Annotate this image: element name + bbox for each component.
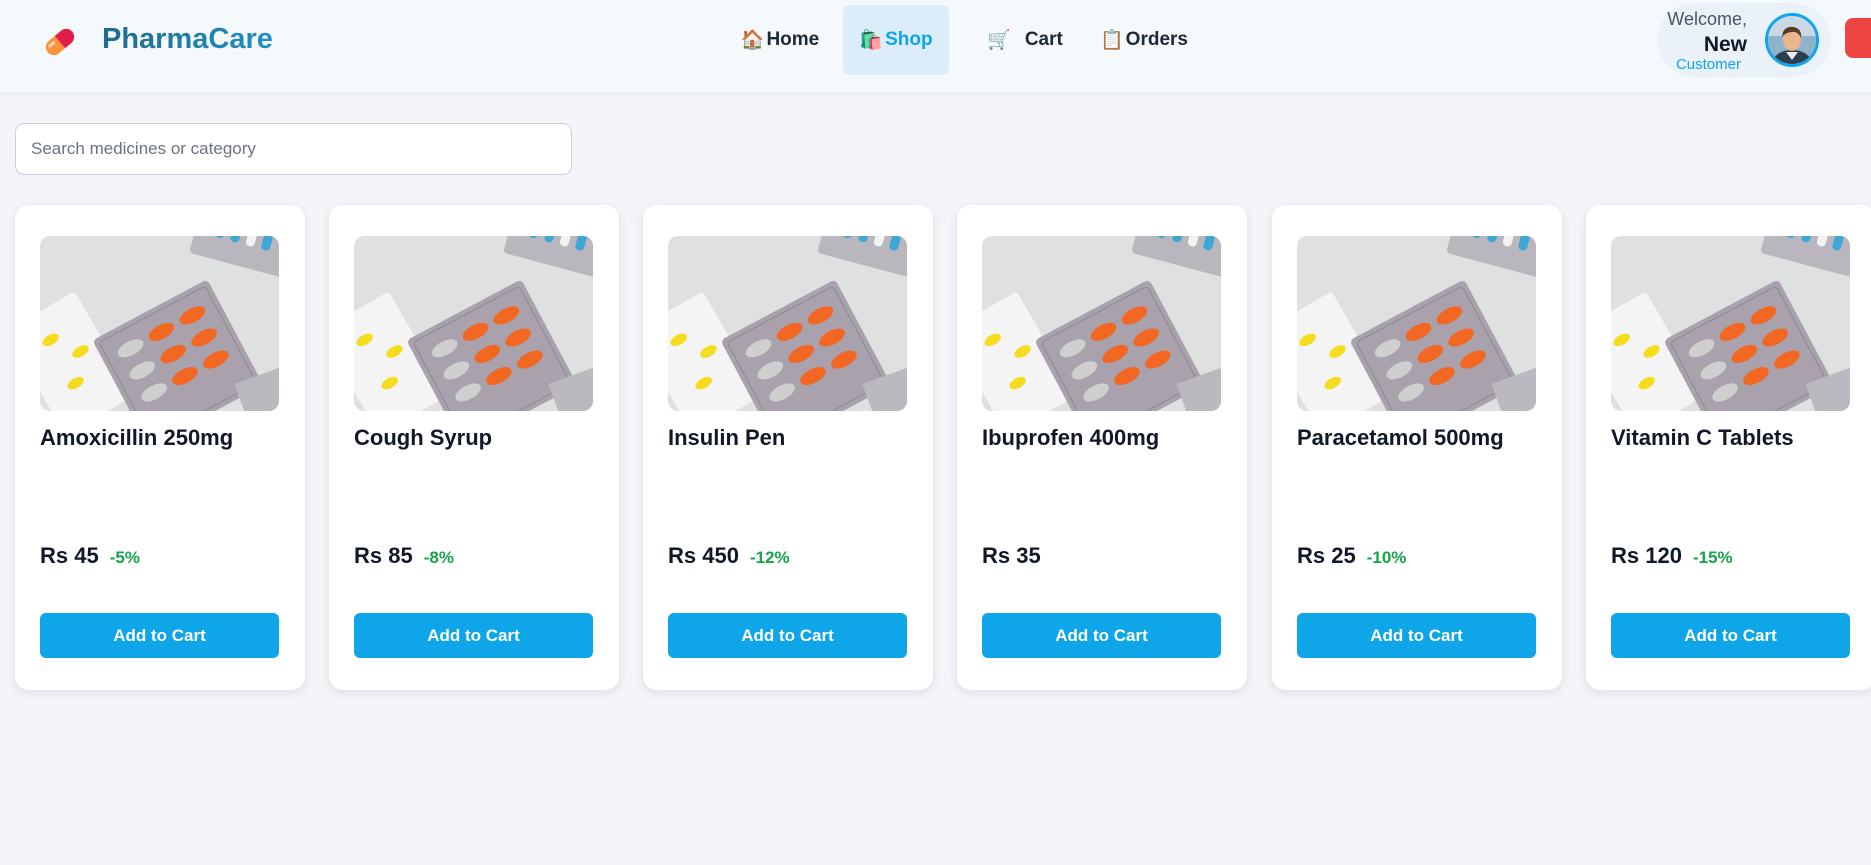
product-card: Vitamin C Tablets Rs 120 -15% Add to Car…	[1586, 205, 1871, 690]
product-price: Rs 120	[1611, 543, 1682, 568]
add-to-cart-button[interactable]: Add to Cart	[1611, 613, 1850, 658]
product-price: Rs 85	[354, 543, 413, 568]
price-row: Rs 45 -5%	[40, 543, 140, 569]
product-image	[1611, 236, 1850, 411]
product-price: Rs 25	[1297, 543, 1356, 568]
avatar[interactable]	[1765, 13, 1819, 67]
price-row: Rs 450 -12%	[668, 543, 790, 569]
logout-button[interactable]	[1845, 18, 1871, 58]
top-header: PharmaCare 🏠 Home 🛍️ Shop 🛒 Cart 📋 Order…	[0, 0, 1871, 92]
discount-badge: -5%	[109, 548, 140, 567]
product-name: Amoxicillin 250mg	[40, 425, 234, 450]
price-row: Rs 85 -8%	[354, 543, 454, 569]
price-row: Rs 120 -15%	[1611, 543, 1733, 569]
welcome-text: Welcome,	[1667, 9, 1747, 29]
brand-name[interactable]: PharmaCare	[102, 22, 273, 56]
add-to-cart-button[interactable]: Add to Cart	[1297, 613, 1536, 658]
product-image	[982, 236, 1221, 411]
add-to-cart-button[interactable]: Add to Cart	[668, 613, 907, 658]
product-name: Paracetamol 500mg	[1297, 425, 1504, 450]
product-image	[1297, 236, 1536, 411]
nav-shop[interactable]: 🛍️ Shop	[843, 5, 949, 75]
cart-icon: 🛒	[987, 30, 1011, 51]
discount-badge: -8%	[423, 548, 454, 567]
add-to-cart-button[interactable]: Add to Cart	[40, 613, 279, 658]
product-name: Ibuprofen 400mg	[982, 425, 1160, 450]
user-profile-chip[interactable]: Welcome, New Customer	[1657, 3, 1831, 77]
product-price: Rs 450	[668, 543, 739, 568]
product-card: Insulin Pen Rs 450 -12% Add to Cart	[643, 205, 933, 690]
pill-capsule-icon	[40, 22, 80, 62]
product-image	[40, 236, 279, 411]
add-to-cart-button[interactable]: Add to Cart	[354, 613, 593, 658]
discount-badge: -15%	[1692, 548, 1733, 567]
product-card: Amoxicillin 250mg Rs 45 -5% Add to Cart	[15, 205, 305, 690]
product-card: Cough Syrup Rs 85 -8% Add to Cart	[329, 205, 619, 690]
discount-badge: -12%	[749, 548, 790, 567]
product-image	[668, 236, 907, 411]
shopping-bag-icon: 🛍️	[859, 30, 884, 51]
search-input[interactable]	[15, 123, 572, 175]
product-price: Rs 35	[982, 543, 1041, 568]
house-icon: 🏠	[740, 30, 765, 51]
nav-shop-label: Shop	[885, 29, 933, 50]
nav-home-label: Home	[766, 29, 820, 50]
price-row: Rs 25 -10%	[1297, 543, 1406, 569]
nav-cart-label: Cart	[1024, 29, 1063, 50]
clipboard-icon: 📋	[1100, 30, 1124, 51]
nav-cart[interactable]: 🛒 Cart	[973, 5, 1077, 75]
product-name: Vitamin C Tablets	[1611, 425, 1794, 450]
user-role: Customer	[1675, 56, 1741, 73]
product-name: Cough Syrup	[354, 425, 493, 450]
nav-orders-label: Orders	[1125, 29, 1188, 50]
product-card: Ibuprofen 400mg Rs 35 Add to Cart	[957, 205, 1247, 690]
price-row: Rs 35	[982, 543, 1041, 569]
product-image	[354, 236, 593, 411]
user-name: New	[1703, 33, 1747, 56]
discount-badge: -10%	[1366, 548, 1407, 567]
product-price: Rs 45	[40, 543, 99, 568]
product-card: Paracetamol 500mg Rs 25 -10% Add to Cart	[1272, 205, 1562, 690]
add-to-cart-button[interactable]: Add to Cart	[982, 613, 1221, 658]
product-name: Insulin Pen	[668, 425, 786, 450]
nav-home[interactable]: 🏠 Home	[736, 5, 824, 75]
nav-orders[interactable]: 📋 Orders	[1093, 5, 1195, 75]
